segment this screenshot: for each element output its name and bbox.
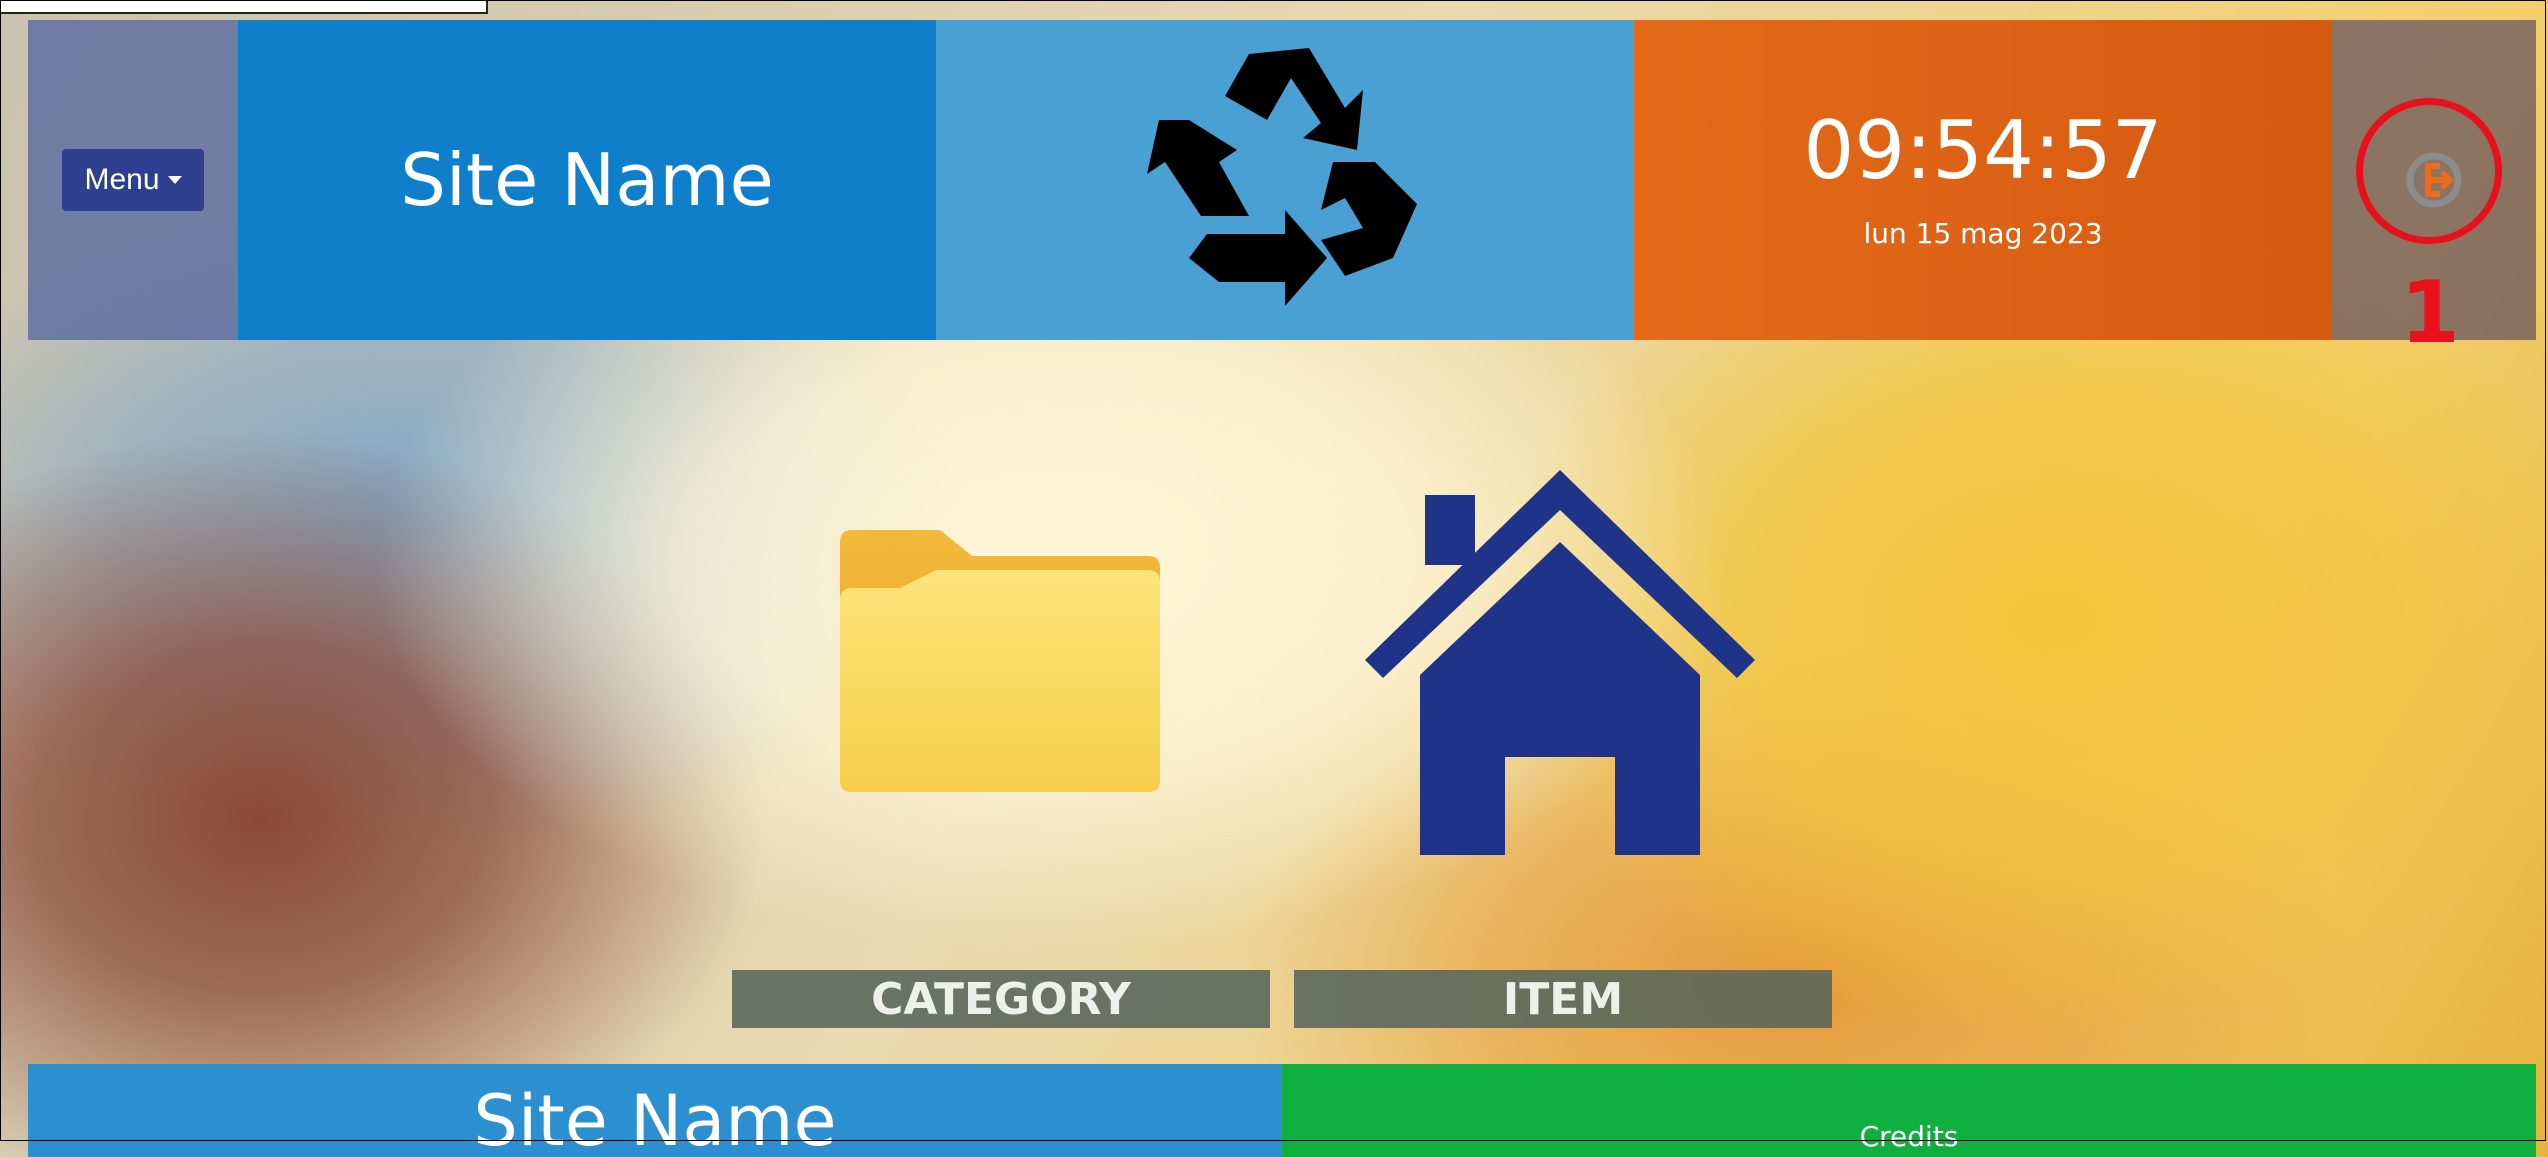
item-tile[interactable] — [1365, 470, 1755, 855]
annotation-circle — [2356, 98, 2502, 244]
logo-cell — [936, 20, 1634, 340]
menu-dropdown-button[interactable]: Menu — [62, 149, 204, 211]
footer-credits-link[interactable]: Credits — [1282, 1120, 2536, 1153]
clock-date: lun 15 mag 2023 — [1863, 216, 2103, 250]
annotation-number: 1 — [2400, 263, 2460, 363]
category-label[interactable]: CATEGORY — [732, 970, 1270, 1028]
category-tile[interactable] — [840, 530, 1160, 795]
footer-site-block: Site Name — [28, 1064, 1282, 1157]
home-icon — [1365, 470, 1755, 855]
site-name-title: Site Name — [400, 138, 774, 222]
site-name-cell: Site Name — [238, 20, 936, 340]
menu-button-label: Menu — [84, 163, 160, 196]
footer-credits-block: Credits — [1282, 1064, 2536, 1157]
footer-site-name: Site Name — [473, 1080, 837, 1157]
top-left-bar — [0, 0, 488, 14]
recycle-icon — [1147, 48, 1417, 306]
folder-icon — [840, 530, 1160, 792]
menu-cell: Menu — [28, 20, 238, 340]
header-bar: Menu Site Name 09:54:57 lun 15 mag 2023 — [28, 20, 2536, 340]
clock-time: 09:54:57 — [1803, 103, 2163, 197]
item-label[interactable]: ITEM — [1294, 970, 1832, 1028]
caret-down-icon — [167, 176, 182, 184]
clock-cell: 09:54:57 lun 15 mag 2023 — [1634, 20, 2332, 340]
